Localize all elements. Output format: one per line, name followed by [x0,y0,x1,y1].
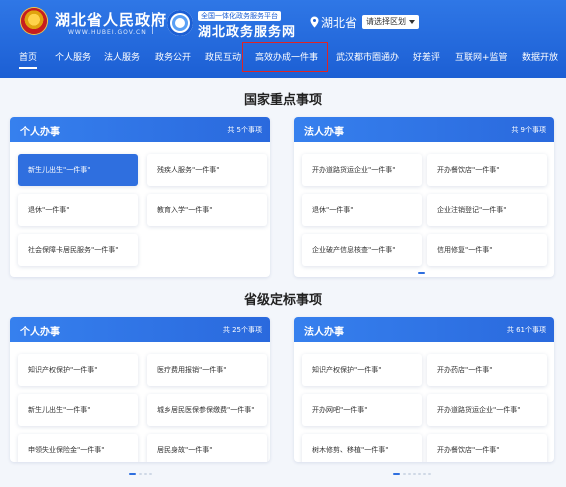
nav-item-rating[interactable]: 好差评 [413,50,440,63]
service-card[interactable]: 知识产权保护"一件事" [302,354,422,386]
pager-dot[interactable] [423,473,426,475]
panel-count[interactable]: 共 25个事项 [223,325,262,335]
service-card[interactable]: 医疗费用报销"一件事" [147,354,267,386]
service-site-name[interactable]: 湖北政务服务网 [198,21,296,40]
service-card[interactable]: 退休"一件事" [18,194,138,226]
nav-highlight-box [242,42,328,72]
pager-dot[interactable] [149,473,152,475]
region-select-label: 请选择区划 [366,17,406,26]
service-card[interactable]: 社会保障卡居民服务"一件事" [18,234,138,266]
region-select-button[interactable]: 请选择区划 [362,15,419,29]
panel-title: 个人办事 [20,327,60,338]
current-location: 湖北省 [321,16,358,30]
panel-count[interactable]: 共 5个事项 [227,125,262,135]
location-pin-icon [310,16,319,28]
service-card[interactable]: 居民身故"一件事" [147,434,267,462]
nav-item-home[interactable]: 首页 [19,50,38,69]
service-card[interactable]: 信用修复"一件事" [427,234,547,266]
pager-dot-active[interactable] [129,473,136,475]
pager-dot[interactable] [418,473,421,475]
service-card[interactable]: 申领失业保险金"一件事" [18,434,138,462]
service-card[interactable]: 教育入学"一件事" [147,194,267,226]
nav-item-open-data[interactable]: 数据开放 [522,50,558,63]
national-emblem-icon[interactable] [21,8,47,34]
pager-dot-active[interactable] [393,473,400,475]
pager-dot[interactable] [428,473,431,475]
panel-title: 法人办事 [304,127,344,138]
service-card[interactable]: 企业注销登记"一件事" [427,194,547,226]
service-card[interactable]: 树木修剪、移植"一件事" [302,434,422,462]
service-card[interactable]: 开办餐饮店"一件事" [427,154,547,186]
pager-dot[interactable] [139,473,142,475]
service-card[interactable]: 城乡居民医保参保缴费"一件事" [147,394,267,426]
nav-item-corporate[interactable]: 法人服务 [104,50,140,63]
header-divider [152,12,153,34]
section-title-national: 国家重点事项 [243,93,322,108]
gov-site-url: WWW.HUBEI.GOV.CN [68,29,147,36]
panel-header: 个人办事 共 25个事项 [10,317,270,342]
panel-national-corporate: 法人办事 共 9个事项 开办道路货运企业"一件事" 开办餐饮店"一件事" 退休"… [294,117,554,277]
carousel-pager[interactable] [129,473,155,475]
caret-down-icon [409,20,415,24]
panel-title: 法人办事 [304,327,344,338]
panel-title: 个人办事 [20,127,60,138]
panel-header: 个人办事 共 5个事项 [10,117,270,142]
nav-item-wuhan-metro[interactable]: 武汉都市圈通办 [336,50,399,63]
nav-item-interaction[interactable]: 政民互动 [205,50,241,63]
service-card[interactable]: 残疾人服务"一件事" [147,154,267,186]
service-card[interactable]: 开办餐饮店"一件事" [427,434,547,462]
panel-national-personal: 个人办事 共 5个事项 新生儿出生"一件事" 残疾人服务"一件事" 退休"一件事… [10,117,270,277]
pager-dot[interactable] [413,473,416,475]
pager-dot[interactable] [408,473,411,475]
pager-dot[interactable] [144,473,147,475]
service-card[interactable]: 知识产权保护"一件事" [18,354,138,386]
service-card[interactable]: 新生儿出生"一件事" [18,154,138,186]
carousel-pager[interactable] [393,473,433,475]
service-card[interactable]: 开办道路货运企业"一件事" [302,154,422,186]
nav-item-personal[interactable]: 个人服务 [55,50,91,63]
panel-count[interactable]: 共 61个事项 [507,325,546,335]
service-card[interactable]: 新生儿出生"一件事" [18,394,138,426]
carousel-pager[interactable] [418,272,438,274]
service-card[interactable]: 开办网吧"一件事" [302,394,422,426]
service-card[interactable]: 企业破产信息核查"一件事" [302,234,422,266]
section-title-provincial: 省级定标事项 [243,293,322,308]
panel-header: 法人办事 共 9个事项 [294,117,554,142]
service-logo-icon[interactable] [167,10,193,36]
service-card[interactable]: 开办道路货运企业"一件事" [427,394,547,426]
panel-count[interactable]: 共 9个事项 [511,125,546,135]
pager-dot[interactable] [403,473,406,475]
nav-item-supervision[interactable]: 互联网+监管 [455,50,508,63]
pager-dot-active[interactable] [418,272,425,274]
service-card[interactable]: 开办药店"一件事" [427,354,547,386]
service-card[interactable]: 退休"一件事" [302,194,422,226]
service-platform-tag: 全国一体化政务服务平台 [198,11,281,21]
panel-provincial-corporate: 法人办事 共 61个事项 知识产权保护"一件事" 开办药店"一件事" 开办网吧"… [294,317,554,462]
panel-header: 法人办事 共 61个事项 [294,317,554,342]
panel-provincial-personal: 个人办事 共 25个事项 知识产权保护"一件事" 医疗费用报销"一件事" 新生儿… [10,317,270,462]
nav-item-gov-open[interactable]: 政务公开 [155,50,191,63]
gov-site-name[interactable]: 湖北省人民政府 [55,9,167,30]
